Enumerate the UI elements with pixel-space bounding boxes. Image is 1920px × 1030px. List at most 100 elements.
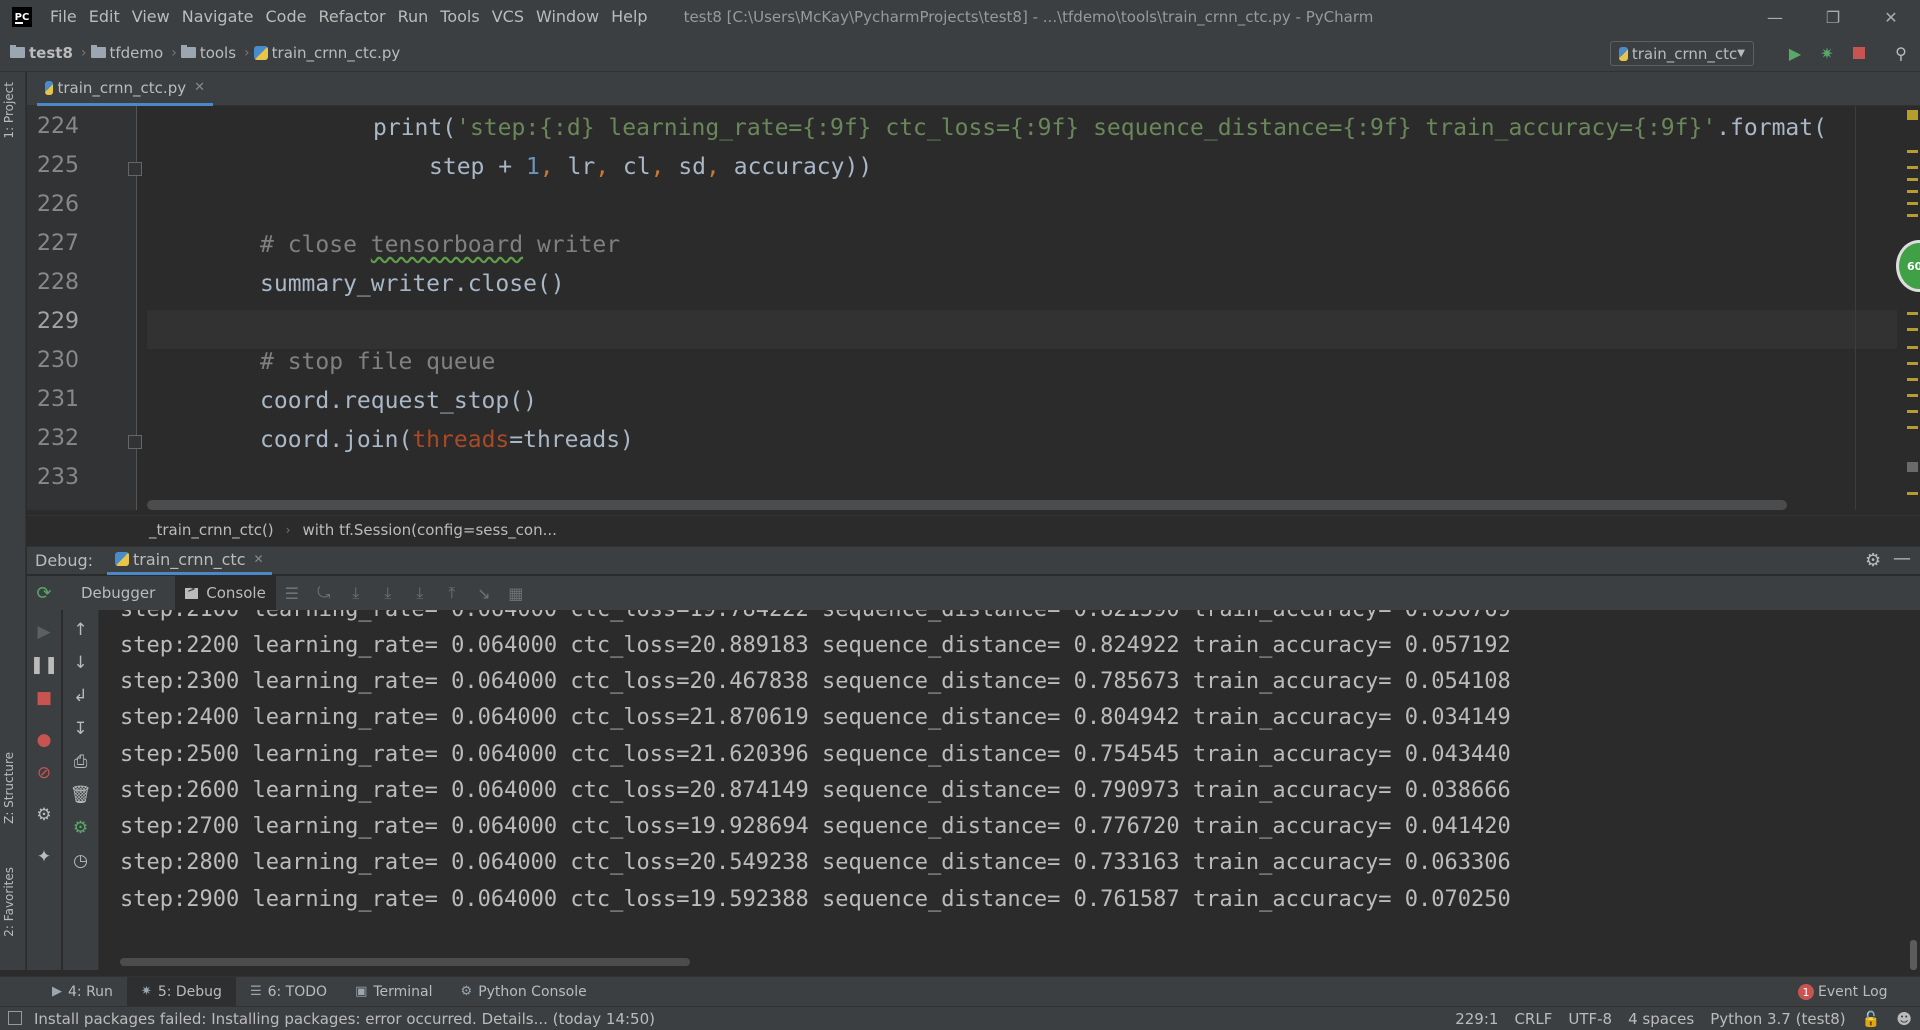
restore-button[interactable]: ❐ — [1804, 0, 1862, 34]
menu-vcs[interactable]: VCS — [486, 0, 530, 34]
menu-file[interactable]: File — [44, 0, 83, 34]
close-tab-icon[interactable]: ✕ — [194, 80, 205, 95]
stripe-marker[interactable] — [1907, 150, 1918, 153]
stop-button[interactable] — [1848, 42, 1870, 64]
favorites-tool-tab[interactable]: 2: Favorites — [2, 867, 16, 937]
scroll-to-end-icon[interactable]: ↧ — [63, 719, 98, 739]
caret-position[interactable]: 229:1 — [1455, 1010, 1498, 1028]
force-step-into-icon[interactable]: ⤓ — [404, 583, 436, 603]
stop-icon[interactable]: ■ — [27, 688, 61, 708]
python-console-icon[interactable]: ⚙ — [63, 818, 98, 838]
stripe-marker[interactable] — [1907, 214, 1918, 217]
rerun-icon[interactable]: ⟳ — [27, 583, 61, 604]
crumb-file[interactable]: train_crnn_ctc.py — [253, 44, 400, 62]
view-breakpoints-icon[interactable]: ● — [27, 730, 61, 750]
tab-debug[interactable]: ✷ 5: Debug — [126, 976, 236, 1007]
fold-marker-icon[interactable] — [128, 162, 142, 176]
stripe-marker[interactable] — [1907, 410, 1918, 413]
menu-navigate[interactable]: Navigate — [176, 0, 260, 34]
close-window-button[interactable]: ✕ — [1862, 0, 1920, 34]
run-to-cursor-icon[interactable]: ↘ — [468, 584, 500, 603]
breadcrumb-function[interactable]: _train_crnn_ctc() — [149, 521, 274, 539]
clock-icon[interactable]: ◷ — [63, 851, 98, 871]
menu-tools[interactable]: Tools — [434, 0, 485, 34]
pin-icon[interactable]: ✦ — [27, 847, 61, 867]
tab-terminal[interactable]: ▣ Terminal — [341, 977, 446, 1007]
trash-icon[interactable]: 🗑 — [63, 785, 98, 805]
stripe-marker[interactable] — [1907, 492, 1918, 495]
menu-edit[interactable]: Edit — [83, 0, 126, 34]
crumb-tfdemo[interactable]: tfdemo — [90, 44, 163, 62]
tab-run[interactable]: ▶ 4: Run — [38, 977, 127, 1007]
stripe-marker[interactable] — [1907, 426, 1918, 429]
tool-windows-icon[interactable] — [8, 1011, 22, 1025]
stripe-marker[interactable] — [1907, 394, 1918, 397]
minimize-panel-icon[interactable]: — — [1893, 548, 1911, 569]
python-interpreter[interactable]: Python 3.7 (test8) — [1710, 1010, 1845, 1028]
code-text-area[interactable]: print('step:{:d} learning_rate={:9f} ctc… — [147, 106, 1840, 510]
run-button[interactable]: ▶ — [1784, 42, 1806, 64]
mute-breakpoints-icon[interactable]: ⊘ — [27, 763, 61, 783]
search-everywhere-button[interactable]: ⚲ — [1890, 42, 1912, 64]
console-horizontal-scrollbar[interactable] — [120, 958, 690, 966]
editor-horizontal-scrollbar[interactable] — [147, 500, 1787, 510]
file-encoding[interactable]: UTF-8 — [1568, 1010, 1612, 1028]
gear-icon[interactable]: ⚙ — [1865, 550, 1881, 571]
stripe-marker[interactable] — [1907, 328, 1918, 331]
step-out-icon[interactable]: ⤒ — [436, 583, 468, 603]
breadcrumb-with-block[interactable]: with tf.Session(config=sess_con... — [302, 521, 556, 539]
error-stripe[interactable] — [1905, 106, 1920, 510]
menu-window[interactable]: Window — [530, 0, 605, 34]
close-tab-icon[interactable]: ✕ — [254, 552, 264, 566]
tab-todo[interactable]: ☰ 6: TODO — [236, 977, 341, 1007]
minimize-button[interactable]: — — [1746, 0, 1804, 34]
menu-view[interactable]: View — [126, 0, 176, 34]
stripe-marker[interactable] — [1907, 312, 1918, 315]
settings-icon[interactable]: ⚙ — [27, 805, 61, 825]
debug-button[interactable]: ✷ — [1816, 42, 1838, 64]
pause-icon[interactable]: ❚❚ — [27, 655, 61, 675]
menu-code[interactable]: Code — [260, 0, 313, 34]
stripe-marker[interactable] — [1907, 110, 1918, 120]
project-tool-tab[interactable]: 1: Project — [2, 82, 16, 139]
run-configuration-select[interactable]: train_crnn_ctc ▼ — [1610, 41, 1754, 66]
fold-marker-icon[interactable] — [128, 435, 142, 449]
console-vertical-scrollbar[interactable] — [1910, 940, 1917, 970]
console-output[interactable]: step:2100 learning_rate= 0.064000 ctc_lo… — [100, 610, 1906, 970]
tab-python-console[interactable]: ⚙ Python Console — [447, 977, 601, 1007]
crumb-tools[interactable]: tools — [180, 44, 236, 62]
lock-icon[interactable]: 🔓 — [1862, 1010, 1881, 1028]
step-over-icon[interactable]: ⤿ — [308, 583, 340, 603]
editor-tab-train-crnn-ctc[interactable]: train_crnn_ctc.py ✕ — [37, 72, 213, 106]
line-separator[interactable]: CRLF — [1514, 1010, 1552, 1028]
tab-console[interactable]: Console — [175, 576, 276, 610]
menu-help[interactable]: Help — [605, 0, 653, 34]
stripe-marker[interactable] — [1907, 378, 1918, 381]
stripe-marker[interactable] — [1907, 362, 1918, 365]
stripe-marker[interactable] — [1907, 202, 1918, 205]
stripe-marker[interactable] — [1907, 346, 1918, 349]
inspector-icon[interactable]: ☻ — [1896, 1010, 1912, 1028]
arrow-up-icon[interactable]: ↑ — [63, 620, 98, 640]
print-icon[interactable]: ⎙ — [63, 752, 98, 772]
step-into-icon[interactable]: ⤓ — [340, 583, 372, 603]
structure-tool-tab[interactable]: Z: Structure — [2, 752, 16, 824]
indent-setting[interactable]: 4 spaces — [1628, 1010, 1694, 1028]
stripe-marker[interactable] — [1907, 190, 1918, 193]
show-execution-point-icon[interactable]: ☰ — [276, 584, 308, 603]
resume-icon[interactable]: ▶ — [27, 622, 61, 642]
status-message[interactable]: Install packages failed: Installing pack… — [34, 1010, 1447, 1028]
event-log-button[interactable]: 1 Event Log — [1798, 984, 1888, 1000]
code-editor[interactable]: 224 225 226 227 228 229 230 231 232 233 … — [27, 106, 1920, 510]
stripe-marker[interactable] — [1907, 166, 1918, 169]
tab-debugger[interactable]: Debugger — [71, 576, 165, 610]
stripe-marker[interactable] — [1907, 462, 1918, 472]
arrow-down-icon[interactable]: ↓ — [63, 653, 98, 673]
menu-run[interactable]: Run — [392, 0, 435, 34]
debug-session-tab[interactable]: train_crnn_ctc ✕ — [107, 547, 272, 575]
step-into-my-code-icon[interactable]: ⤓ — [372, 583, 404, 603]
evaluate-expression-icon[interactable]: ▦ — [500, 584, 532, 603]
menu-refactor[interactable]: Refactor — [312, 0, 391, 34]
crumb-project[interactable]: test8 — [10, 44, 73, 62]
soft-wrap-icon[interactable]: ↲ — [63, 686, 98, 706]
